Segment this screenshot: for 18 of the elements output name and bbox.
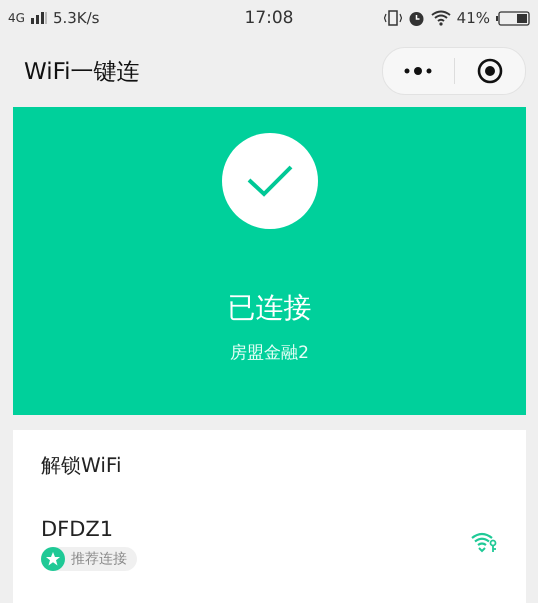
signal-icon: [30, 12, 47, 24]
network-speed: 5.3K/s: [52, 9, 100, 27]
target-icon: [476, 58, 503, 84]
wifi-icon: [430, 10, 451, 26]
clock: 17:08: [244, 8, 294, 28]
page-title: WiFi一键连: [24, 58, 140, 86]
connection-status: 已连接: [228, 290, 312, 326]
check-icon: [246, 164, 294, 198]
alarm-icon: [408, 10, 425, 26]
more-icon: [403, 66, 434, 76]
network-name: 房盟金融2: [230, 342, 309, 364]
network-type: 4G: [8, 11, 25, 25]
vibrate-icon: [384, 10, 402, 26]
battery-icon: [496, 10, 530, 26]
section-title: 解锁WiFi: [41, 452, 122, 479]
recommend-tag: 推荐连接: [41, 547, 137, 571]
wifi-name[interactable]: DFDZ1: [41, 517, 137, 541]
battery-percent: 41%: [456, 9, 490, 27]
